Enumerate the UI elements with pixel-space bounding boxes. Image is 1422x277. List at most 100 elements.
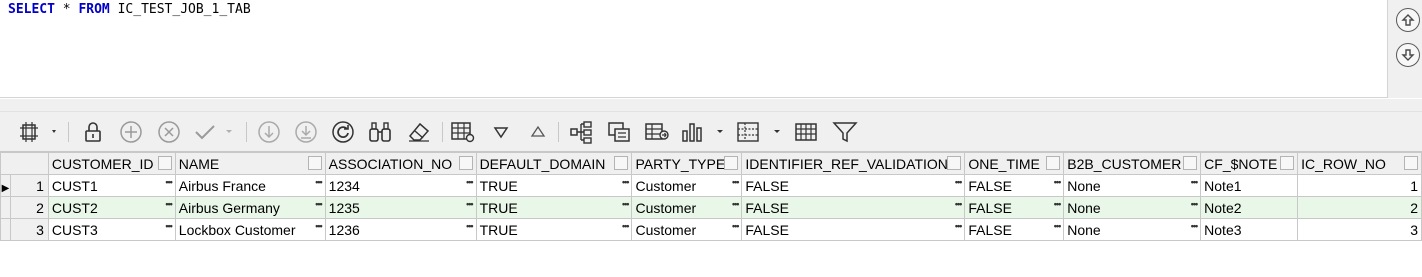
ellipsis-icon[interactable]: ••• <box>622 222 630 231</box>
move-down-button[interactable] <box>256 120 282 144</box>
sql-star: * <box>54 2 79 17</box>
ellipsis-icon[interactable]: ••• <box>165 222 173 231</box>
column-header-customer-id[interactable]: CUSTOMER_ID <box>47 152 176 175</box>
table-row[interactable]: ▶ 1 CUST1 ••• Airbus France ••• 1234 ••• TR… <box>0 174 1422 197</box>
sort-ascending-button[interactable] <box>526 120 550 144</box>
cell-one-time[interactable]: FALSE ••• <box>964 174 1065 197</box>
cell-default-domain[interactable]: TRUE ••• <box>475 218 633 241</box>
hierarchy-button[interactable] <box>567 120 595 144</box>
ellipsis-icon[interactable]: ••• <box>955 200 963 209</box>
cell-default-domain[interactable]: TRUE ••• <box>475 174 633 197</box>
cell-ic-row-no[interactable]: 2 <box>1297 196 1422 219</box>
copy-button[interactable] <box>605 120 633 144</box>
layout-menu-button[interactable] <box>18 120 58 144</box>
cell-name[interactable]: Airbus France ••• <box>174 174 326 197</box>
delete-row-button[interactable] <box>156 120 182 144</box>
row-number[interactable]: 2 <box>9 196 49 219</box>
sql-editor[interactable]: SELECT * FROM IC_TEST_JOB_1_TAB <box>0 0 1388 98</box>
cell-customer-id[interactable]: CUST3 ••• <box>47 218 176 241</box>
lock-icon <box>85 122 101 142</box>
single-record-button[interactable] <box>792 120 820 144</box>
ellipsis-icon[interactable]: ••• <box>1191 200 1199 209</box>
table-row[interactable]: 2 CUST2 ••• Airbus Germany ••• 1235 ••• TRU… <box>0 196 1422 219</box>
column-header-default-domain[interactable]: DEFAULT_DOMAIN <box>475 152 633 175</box>
cell-association-no[interactable]: 1234 ••• <box>324 174 477 197</box>
ellipsis-icon[interactable]: ••• <box>732 178 740 187</box>
cell-association-no[interactable]: 1236 ••• <box>324 218 477 241</box>
row-number[interactable]: 3 <box>9 218 49 241</box>
ellipsis-icon[interactable]: ••• <box>466 178 474 187</box>
cell-b2b-customer[interactable]: None ••• <box>1063 196 1202 219</box>
ellipsis-icon[interactable]: ••• <box>732 222 740 231</box>
ellipsis-icon[interactable]: ••• <box>165 178 173 187</box>
ellipsis-icon[interactable]: ••• <box>622 200 630 209</box>
cell-name[interactable]: Airbus Germany ••• <box>174 196 326 219</box>
cell-identifier-ref-validation[interactable]: FALSE ••• <box>741 174 966 197</box>
ellipsis-icon[interactable]: ••• <box>466 222 474 231</box>
refresh-button[interactable] <box>330 120 356 144</box>
ellipsis-icon[interactable]: ••• <box>1054 222 1062 231</box>
ellipsis-icon[interactable]: ••• <box>955 222 963 231</box>
cell-default-domain[interactable]: TRUE ••• <box>475 196 633 219</box>
column-header-party-type[interactable]: PARTY_TYPE <box>631 152 743 175</box>
ellipsis-icon[interactable]: ••• <box>732 200 740 209</box>
cell-name[interactable]: Lockbox Customer ••• <box>174 218 326 241</box>
filter-button[interactable] <box>831 120 859 144</box>
cell-one-time[interactable]: FALSE ••• <box>964 218 1065 241</box>
save-button[interactable] <box>194 120 238 144</box>
cell-party-type[interactable]: Customer ••• <box>631 196 743 219</box>
ellipsis-icon[interactable]: ••• <box>165 200 173 209</box>
cell-customer-id[interactable]: CUST2 ••• <box>47 196 176 219</box>
cell-customer-id[interactable]: CUST1 ••• <box>47 174 176 197</box>
cell-association-no[interactable]: 1235 ••• <box>324 196 477 219</box>
pane-splitter[interactable] <box>0 99 1422 111</box>
table-export-icon <box>645 123 669 140</box>
row-number[interactable]: 1 <box>9 174 49 197</box>
column-header-ic-row-no[interactable]: IC_ROW_NO <box>1297 152 1422 175</box>
cell-party-type[interactable]: Customer ••• <box>631 174 743 197</box>
cell-ic-row-no[interactable]: 3 <box>1297 218 1422 241</box>
column-header-association-no[interactable]: ASSOCIATION_NO <box>324 152 477 175</box>
ellipsis-icon[interactable]: ••• <box>1054 200 1062 209</box>
cell-party-type[interactable]: Customer ••• <box>631 218 743 241</box>
column-header-identifier-ref-validation[interactable]: IDENTIFIER_REF_VALIDATION <box>741 152 966 175</box>
sort-descending-button[interactable] <box>489 120 513 144</box>
group-menu-button[interactable] <box>736 120 784 144</box>
column-header-one-time[interactable]: ONE_TIME <box>964 152 1065 175</box>
cell-one-time[interactable]: FALSE ••• <box>964 196 1065 219</box>
move-last-button[interactable] <box>293 120 319 144</box>
corner-cell[interactable] <box>0 152 49 175</box>
column-header-b2b-customer[interactable]: B2B_CUSTOMER <box>1063 152 1202 175</box>
grid-options-button[interactable] <box>450 120 476 144</box>
lock-button[interactable] <box>81 120 105 144</box>
column-header-cf-note[interactable]: CF_$NOTE <box>1200 152 1299 175</box>
arrow-down-circle-icon[interactable] <box>1396 43 1420 67</box>
cell-b2b-customer[interactable]: None ••• <box>1063 218 1202 241</box>
editor-side-buttons <box>1388 0 1422 98</box>
arrow-up-circle-icon[interactable] <box>1396 8 1420 32</box>
triangle-up-icon <box>530 125 546 137</box>
ellipsis-icon[interactable]: ••• <box>466 200 474 209</box>
ellipsis-icon[interactable]: ••• <box>955 178 963 187</box>
ellipsis-icon[interactable]: ••• <box>1191 178 1199 187</box>
cell-cf-note[interactable]: Note2 <box>1200 196 1299 219</box>
cell-cf-note[interactable]: Note3 <box>1200 218 1299 241</box>
cell-identifier-ref-validation[interactable]: FALSE ••• <box>741 218 966 241</box>
chart-menu-button[interactable] <box>680 120 728 144</box>
ellipsis-icon[interactable]: ••• <box>1054 178 1062 187</box>
ellipsis-icon[interactable]: ••• <box>315 178 323 187</box>
export-button[interactable] <box>643 120 671 144</box>
cell-identifier-ref-validation[interactable]: FALSE ••• <box>741 196 966 219</box>
table-row[interactable]: 3 CUST3 ••• Lockbox Customer ••• 1236 ••• T… <box>0 218 1422 241</box>
clear-button[interactable] <box>405 120 433 144</box>
column-header-name[interactable]: NAME <box>174 152 326 175</box>
cell-ic-row-no[interactable]: 1 <box>1297 174 1422 197</box>
cell-cf-note[interactable]: Note1 <box>1200 174 1299 197</box>
ellipsis-icon[interactable]: ••• <box>1191 222 1199 231</box>
find-button[interactable] <box>366 120 394 144</box>
add-row-button[interactable] <box>118 120 144 144</box>
cell-b2b-customer[interactable]: None ••• <box>1063 174 1202 197</box>
ellipsis-icon[interactable]: ••• <box>315 222 323 231</box>
ellipsis-icon[interactable]: ••• <box>315 200 323 209</box>
ellipsis-icon[interactable]: ••• <box>622 178 630 187</box>
